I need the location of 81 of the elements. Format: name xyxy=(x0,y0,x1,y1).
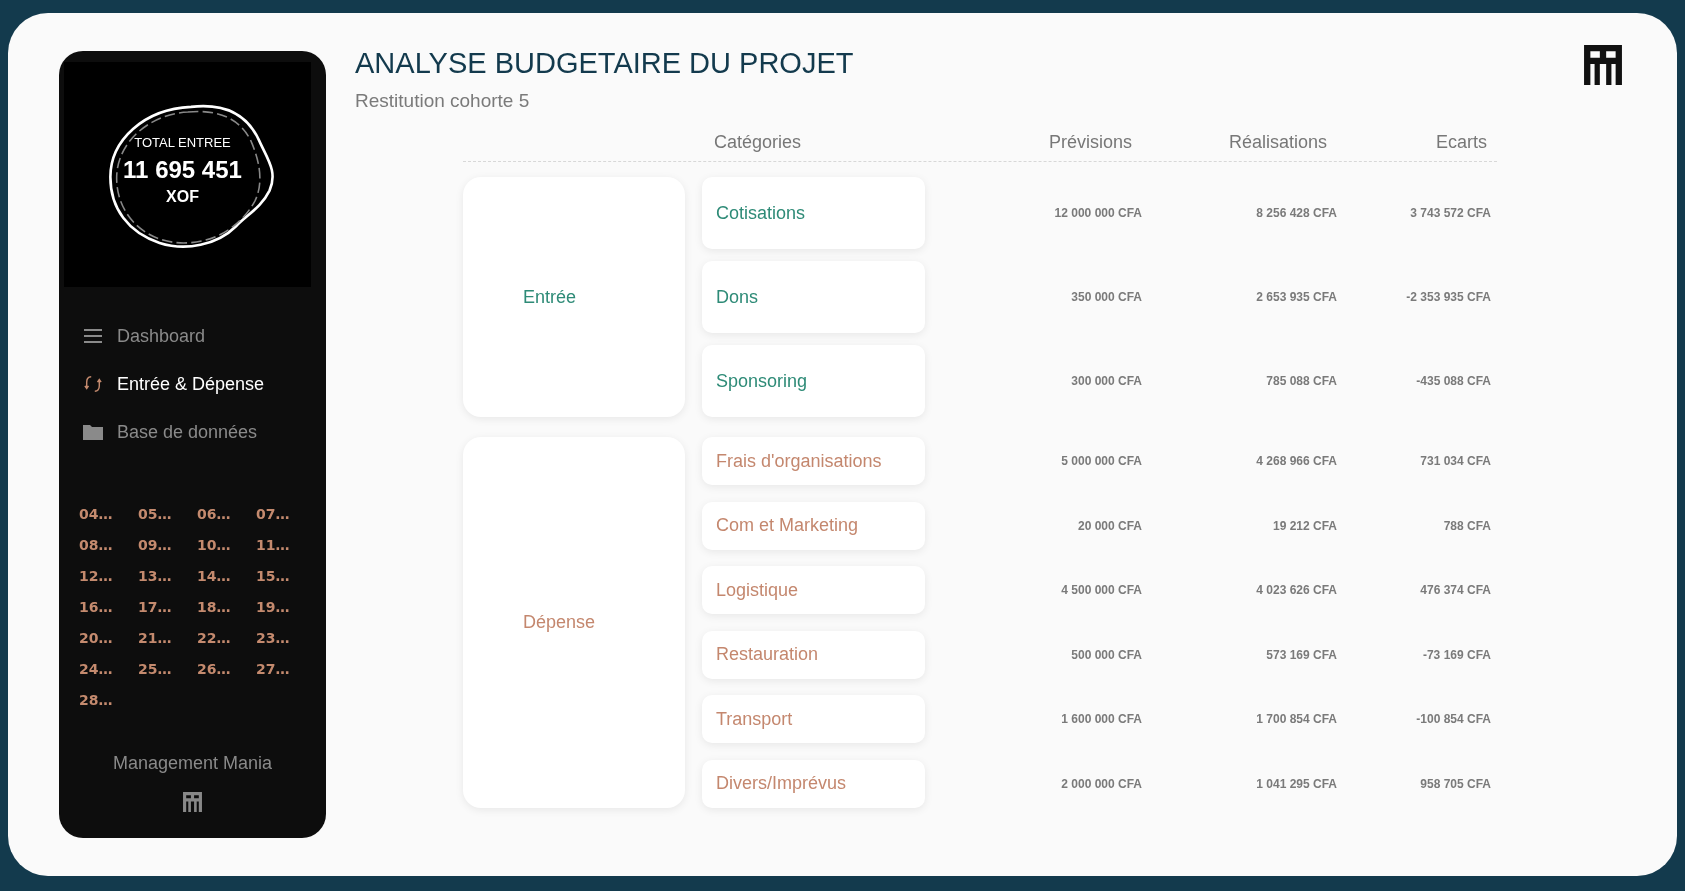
date-filter[interactable]: 27… xyxy=(256,658,306,680)
forecast-value: 12 000 000 CFA xyxy=(1053,206,1142,220)
category-card: Logistique xyxy=(702,566,925,614)
forecast-value: 350 000 CFA xyxy=(1070,290,1142,304)
forecast-value: 5 000 000 CFA xyxy=(1060,454,1142,468)
variance-value: -435 088 CFA xyxy=(1415,374,1492,388)
date-filter[interactable]: 16… xyxy=(79,596,129,618)
date-filter[interactable]: 05… xyxy=(138,503,188,525)
date-filter[interactable]: 18… xyxy=(197,596,247,618)
date-filter[interactable]: 25… xyxy=(138,658,188,680)
date-filter[interactable]: 22… xyxy=(197,627,247,649)
variance-value: 476 374 CFA xyxy=(1419,583,1492,597)
date-filter[interactable]: 04… xyxy=(79,503,129,525)
actual-value: 8 256 428 CFA xyxy=(1255,206,1337,220)
date-filter[interactable]: 10… xyxy=(197,534,247,556)
column-header: Réalisations xyxy=(1227,132,1328,153)
category-card: Com et Marketing xyxy=(702,501,925,550)
menu-icon xyxy=(83,327,103,345)
variance-value: 3 743 572 CFA xyxy=(1409,206,1492,220)
category-card: Cotisations xyxy=(702,177,925,249)
date-filter[interactable]: 20… xyxy=(79,627,129,649)
date-filter[interactable]: 23… xyxy=(256,627,306,649)
actual-value: 4 023 626 CFA xyxy=(1255,583,1337,597)
category-card: Transport xyxy=(702,695,925,743)
category-card: Divers/Imprévus xyxy=(702,759,925,808)
swap-arrows-icon xyxy=(83,375,103,393)
variance-value: 731 034 CFA xyxy=(1419,454,1492,468)
actual-value: 1 700 854 CFA xyxy=(1255,712,1337,726)
nav-item[interactable]: Dashboard xyxy=(83,321,311,351)
forecast-value: 500 000 CFA xyxy=(1070,647,1142,662)
category-card: Restauration xyxy=(702,630,925,679)
category-card: Frais d'organisations xyxy=(702,437,925,485)
date-filter[interactable]: 08… xyxy=(79,534,129,556)
variance-value: 958 705 CFA xyxy=(1419,776,1492,791)
forecast-value: 2 000 000 CFA xyxy=(1060,776,1142,791)
actual-value: 785 088 CFA xyxy=(1265,374,1337,388)
variance-value: -2 353 935 CFA xyxy=(1405,290,1492,304)
column-header: Ecarts xyxy=(1435,132,1488,153)
page-title: ANALYSE BUDGETAIRE DU PROJET xyxy=(355,47,854,80)
forecast-value: 4 500 000 CFA xyxy=(1060,583,1142,597)
kpi-value: 11 695 451 xyxy=(123,156,242,184)
date-filter[interactable]: 12… xyxy=(79,565,129,587)
date-filter[interactable]: 19… xyxy=(256,596,306,618)
forecast-value: 300 000 CFA xyxy=(1070,374,1142,388)
forecast-value: 20 000 CFA xyxy=(1076,518,1142,533)
category-card: Dons xyxy=(702,261,925,333)
nav-item[interactable]: Base de données xyxy=(83,417,311,447)
date-filter[interactable]: 28… xyxy=(79,689,129,711)
column-header: Catégories xyxy=(713,132,803,153)
logo-icon xyxy=(183,792,202,812)
page-subtitle: Restitution cohorte 5 xyxy=(355,90,531,112)
date-filter[interactable]: 13… xyxy=(138,565,188,587)
column-header: Prévisions xyxy=(1047,132,1133,153)
date-filter[interactable]: 26… xyxy=(197,658,247,680)
date-filter[interactable]: 17… xyxy=(138,596,188,618)
category-card: Sponsoring xyxy=(702,345,925,417)
date-filter[interactable]: 11… xyxy=(256,534,306,556)
actual-value: 1 041 295 CFA xyxy=(1255,776,1337,791)
date-filter[interactable]: 14… xyxy=(197,565,247,587)
date-filter[interactable]: 06… xyxy=(197,503,247,525)
actual-value: 19 212 CFA xyxy=(1271,518,1337,533)
actual-value: 2 653 935 CFA xyxy=(1255,290,1337,304)
group-card: Dépense xyxy=(463,437,685,808)
date-filter[interactable]: 09… xyxy=(138,534,188,556)
variance-value: 788 CFA xyxy=(1442,518,1492,533)
logo-icon xyxy=(1584,45,1622,85)
actual-value: 573 169 CFA xyxy=(1265,647,1337,662)
actual-value: 4 268 966 CFA xyxy=(1255,454,1337,468)
brand-name: Management Mania xyxy=(111,753,274,774)
date-filter[interactable]: 15… xyxy=(256,565,306,587)
variance-value: -73 169 CFA xyxy=(1421,647,1492,662)
folder-icon xyxy=(83,423,103,441)
forecast-value: 1 600 000 CFA xyxy=(1060,712,1142,726)
group-card: Entrée xyxy=(463,177,685,417)
nav-item[interactable]: Entrée & Dépense xyxy=(83,369,311,399)
date-filter[interactable]: 07… xyxy=(256,503,306,525)
date-filter[interactable]: 21… xyxy=(138,627,188,649)
variance-value: -100 854 CFA xyxy=(1415,712,1492,726)
date-filter[interactable]: 24… xyxy=(79,658,129,680)
kpi-unit: XOF xyxy=(166,188,199,206)
kpi-label: TOTAL ENTREE xyxy=(134,135,231,150)
